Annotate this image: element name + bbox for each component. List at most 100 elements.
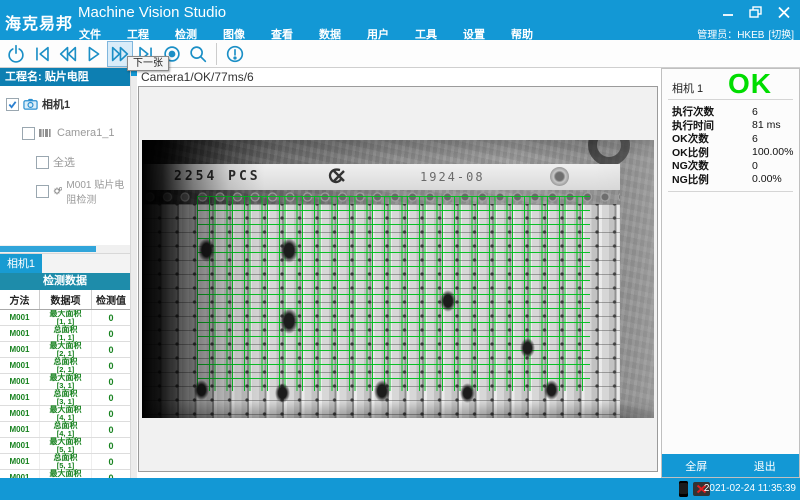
project-panel: 工程名: 贴片电阻 相机1 Camera1_1 全选 <box>0 68 130 478</box>
row-method: M001 <box>0 454 40 469</box>
table-row[interactable]: M001 最大面积[1, 1] 0 <box>0 310 130 326</box>
fast-backward-icon[interactable] <box>55 41 81 67</box>
camera-image: 2254 PCS 1924-08 <box>142 140 654 418</box>
stat-ng-count: NG次数0 <box>662 159 799 173</box>
switch-user-link[interactable]: [切换] <box>768 26 794 41</box>
restore-icon[interactable] <box>746 4 766 20</box>
row-value: 0 <box>92 390 130 405</box>
gear-icon <box>53 185 62 197</box>
toolbar <box>0 40 800 68</box>
tree-label: 相机1 <box>42 96 70 112</box>
title-bar: 海克易邦 Machine Vision Studio 文件 工程 检测 图像 查… <box>0 0 800 40</box>
stat-ok-count: OK次数6 <box>662 132 799 146</box>
row-method: M001 <box>0 406 40 421</box>
tooltip-next-image: 下一张 <box>127 56 169 71</box>
col-method: 方法 <box>0 290 40 309</box>
row-item: 总面积[5, 1] <box>40 454 92 469</box>
row-method: M001 <box>0 326 40 341</box>
divider <box>668 191 793 192</box>
panel-footer: 全屏 退出 <box>662 454 799 477</box>
divider <box>668 99 793 100</box>
camera-tab-strip: 相机1 <box>0 253 130 273</box>
tree-item-select-all[interactable]: 全选 <box>0 153 130 171</box>
row-item: 总面积[3, 1] <box>40 390 92 405</box>
fullscreen-button[interactable]: 全屏 <box>662 454 731 477</box>
camera-result-label: 相机 1 <box>672 80 703 96</box>
row-item: 最大面积[5, 1] <box>40 438 92 453</box>
row-item: 最大面积[3, 1] <box>40 374 92 389</box>
barcode-icon <box>39 128 53 138</box>
table-row[interactable]: M001 最大面积[5, 1] 0 <box>0 438 130 454</box>
checkbox-checked[interactable] <box>6 98 19 111</box>
device-icon <box>679 481 688 497</box>
row-value: 0 <box>92 358 130 373</box>
close-icon[interactable] <box>774 4 794 20</box>
table-row[interactable]: M001 总面积[4, 1] 0 <box>0 422 130 438</box>
vignette-overlay <box>142 140 654 418</box>
row-method: M001 <box>0 422 40 437</box>
row-item: 总面积[4, 1] <box>40 422 92 437</box>
col-value: 检测值 <box>92 290 130 309</box>
row-value: 0 <box>92 470 130 478</box>
row-item: 最大面积[4, 1] <box>40 406 92 421</box>
status-badge: OK <box>728 68 772 100</box>
tab-camera1[interactable]: 相机1 <box>0 254 42 274</box>
stats-list: 执行次数6 执行时间81 ms OK次数6 OK比例100.00% NG次数0 … <box>662 105 799 186</box>
table-row[interactable]: M001 总面积[1, 1] 0 <box>0 326 130 342</box>
stat-exec-time: 执行时间81 ms <box>662 119 799 133</box>
stat-exec-count: 执行次数6 <box>662 105 799 119</box>
row-value: 0 <box>92 438 130 453</box>
stat-ok-ratio: OK比例100.00% <box>662 146 799 160</box>
table-row[interactable]: M001 总面积[3, 1] 0 <box>0 390 130 406</box>
table-row[interactable]: M001 最大面积[6, 1] 0 <box>0 470 130 478</box>
row-method: M001 <box>0 310 40 325</box>
detection-table: M001 最大面积[1, 1] 0 M001 总面积[1, 1] 0 M001 … <box>0 310 130 478</box>
checkbox-unchecked[interactable] <box>36 156 49 169</box>
scrollbar-thumb[interactable] <box>0 246 96 252</box>
first-frame-icon[interactable] <box>29 41 55 67</box>
camera-icon <box>23 98 38 110</box>
row-value: 0 <box>92 374 130 389</box>
window-controls <box>718 4 794 20</box>
detection-data-header: 检测数据 <box>0 273 130 290</box>
tree-label: 全选 <box>53 154 75 170</box>
toolbar-separator <box>216 43 217 65</box>
row-value: 0 <box>92 310 130 325</box>
stat-ng-ratio: NG比例0.00% <box>662 173 799 187</box>
app-title: Machine Vision Studio <box>78 4 226 21</box>
tree-item-m001[interactable]: M001 贴片电阻检测 <box>0 182 130 200</box>
panel-splitter[interactable] <box>130 68 137 478</box>
row-value: 0 <box>92 342 130 357</box>
row-item: 最大面积[6, 1] <box>40 470 92 478</box>
power-icon[interactable] <box>3 41 29 67</box>
row-value: 0 <box>92 454 130 469</box>
datetime-label: 2021-02-24 11:35:39 <box>704 483 796 494</box>
checkbox-unchecked[interactable] <box>36 185 49 198</box>
table-row[interactable]: M001 最大面积[4, 1] 0 <box>0 406 130 422</box>
tree-label: M001 贴片电阻检测 <box>66 176 130 206</box>
horizontal-scrollbar[interactable] <box>0 245 130 253</box>
tree-item-camera1-1[interactable]: Camera1_1 <box>0 124 130 142</box>
row-method: M001 <box>0 390 40 405</box>
exit-button[interactable]: 退出 <box>731 454 800 477</box>
row-item: 总面积[2, 1] <box>40 358 92 373</box>
admin-label: 管理员：HKEB <box>697 26 764 41</box>
table-row[interactable]: M001 总面积[5, 1] 0 <box>0 454 130 470</box>
results-panel: 相机 1 OK 执行次数6 执行时间81 ms OK次数6 OK比例100.00… <box>661 68 800 478</box>
play-icon[interactable] <box>81 41 107 67</box>
alert-icon[interactable] <box>222 41 248 67</box>
project-tree: 相机1 Camera1_1 全选 M001 贴片电阻检测 <box>0 86 130 200</box>
row-item: 总面积[1, 1] <box>40 326 92 341</box>
checkbox-unchecked[interactable] <box>22 127 35 140</box>
row-item: 最大面积[2, 1] <box>40 342 92 357</box>
table-row[interactable]: M001 最大面积[3, 1] 0 <box>0 374 130 390</box>
zoom-icon[interactable] <box>185 41 211 67</box>
table-row[interactable]: M001 最大面积[2, 1] 0 <box>0 342 130 358</box>
minimize-icon[interactable] <box>718 4 738 20</box>
tree-item-camera1[interactable]: 相机1 <box>0 95 130 113</box>
table-header: 方法 数据项 检测值 <box>0 290 130 310</box>
project-name-header: 工程名: 贴片电阻 <box>0 68 130 86</box>
row-method: M001 <box>0 358 40 373</box>
image-viewport[interactable]: 2254 PCS 1924-08 <box>138 86 658 472</box>
table-row[interactable]: M001 总面积[2, 1] 0 <box>0 358 130 374</box>
